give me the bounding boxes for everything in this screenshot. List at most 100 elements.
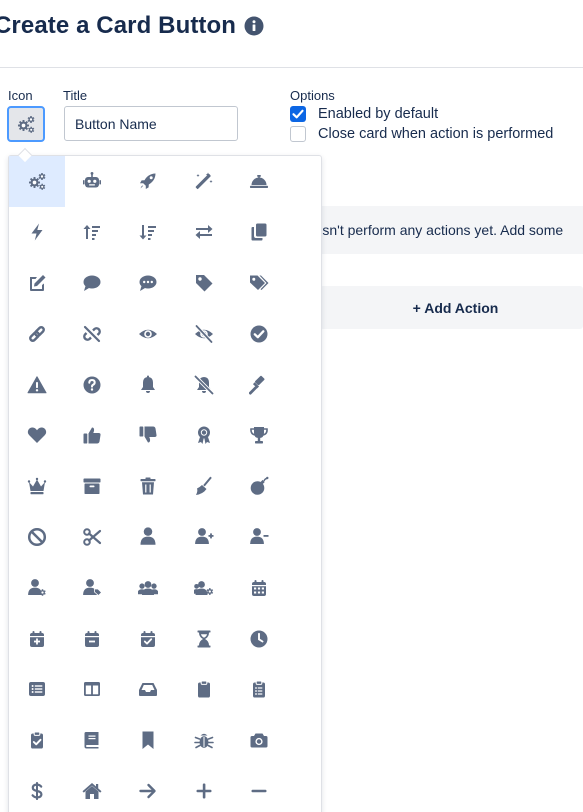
icon-option-dollar-sign[interactable] — [9, 766, 65, 812]
icon-option-ban[interactable] — [9, 512, 65, 563]
icon-option-robot[interactable] — [65, 156, 121, 207]
icon-option-rocket[interactable] — [120, 156, 176, 207]
icon-option-user-cog[interactable] — [9, 562, 65, 613]
icon-option-clock[interactable] — [231, 613, 287, 664]
icon-option-calendar-check[interactable] — [120, 613, 176, 664]
icon-option-tag[interactable] — [176, 258, 232, 309]
icon-option-list-alt[interactable] — [9, 664, 65, 715]
archive-icon — [83, 478, 101, 495]
icon-option-commenting[interactable] — [120, 258, 176, 309]
inbox-icon — [138, 683, 157, 697]
header-divider — [0, 67, 583, 68]
icon-option-check-circle[interactable] — [231, 308, 287, 359]
icon-grid — [9, 156, 287, 812]
users-icon — [137, 580, 158, 595]
thumbs-down-icon — [139, 426, 157, 443]
icon-option-trash[interactable] — [120, 461, 176, 512]
icon-option-bookmark[interactable] — [120, 715, 176, 766]
icon-option-home[interactable] — [65, 766, 121, 812]
icon-option-inbox[interactable] — [120, 664, 176, 715]
icon-option-cut[interactable] — [65, 512, 121, 563]
icon-option-tags[interactable] — [231, 258, 287, 309]
icon-option-users[interactable] — [120, 562, 176, 613]
icon-option-camera[interactable] — [231, 715, 287, 766]
user-icon — [140, 527, 156, 545]
info-circle-icon[interactable] — [244, 16, 264, 36]
icon-option-link[interactable] — [9, 308, 65, 359]
icon-option-hourglass[interactable] — [176, 613, 232, 664]
icon-option-bomb[interactable] — [231, 461, 287, 512]
icon-option-eye-slash[interactable] — [176, 308, 232, 359]
icon-option-clipboard-list[interactable] — [231, 664, 287, 715]
cogs-icon — [17, 116, 35, 133]
icon-option-gavel[interactable] — [231, 359, 287, 410]
icon-option-user-minus[interactable] — [231, 512, 287, 563]
cogs-icon — [28, 173, 46, 191]
calendar-icon — [252, 579, 267, 596]
crown-icon — [27, 477, 46, 495]
icon-option-clipboard[interactable] — [176, 664, 232, 715]
icon-option-plus[interactable] — [176, 766, 232, 812]
icon-option-clipboard-check[interactable] — [9, 715, 65, 766]
icon-option-thumbs-up[interactable] — [65, 410, 121, 461]
icon-option-columns[interactable] — [65, 664, 121, 715]
icon-option-calendar-minus[interactable] — [65, 613, 121, 664]
icon-option-user-tag[interactable] — [65, 562, 121, 613]
bug-icon — [193, 733, 214, 749]
icon-option-minus[interactable] — [231, 766, 287, 812]
enabled-by-default-checkbox[interactable] — [290, 106, 306, 122]
icon-option-bell[interactable] — [120, 359, 176, 410]
icon-option-comment[interactable] — [65, 258, 121, 309]
icon-option-award[interactable] — [176, 410, 232, 461]
title-input[interactable] — [64, 106, 238, 141]
clock-icon — [250, 630, 268, 648]
calendar-check-icon — [140, 630, 155, 647]
icon-option-bell-slash[interactable] — [176, 359, 232, 410]
icon-option-archive[interactable] — [65, 461, 121, 512]
icon-option-sort-amount-up[interactable] — [65, 207, 121, 258]
arrow-right-icon — [139, 783, 156, 799]
link-icon — [28, 325, 45, 342]
icon-option-user[interactable] — [120, 512, 176, 563]
book-icon — [84, 732, 99, 749]
hourglass-icon — [197, 630, 211, 648]
icon-option-exchange[interactable] — [176, 207, 232, 258]
icon-option-exclamation-triangle[interactable] — [9, 359, 65, 410]
broom-icon — [195, 476, 212, 496]
icon-option-thumbs-down[interactable] — [120, 410, 176, 461]
icon-option-magic[interactable] — [176, 156, 232, 207]
icon-option-concierge-bell[interactable] — [231, 156, 287, 207]
icon-option-trophy[interactable] — [231, 410, 287, 461]
icon-picker-button[interactable] — [7, 106, 45, 142]
icon-option-cogs[interactable] — [9, 156, 65, 207]
icon-option-bolt[interactable] — [9, 207, 65, 258]
icon-option-calendar[interactable] — [231, 562, 287, 613]
icon-option-sort-amount-down[interactable] — [120, 207, 176, 258]
icon-option-question-circle[interactable] — [65, 359, 121, 410]
close-card-checkbox[interactable] — [290, 126, 306, 142]
icon-option-heart[interactable] — [9, 410, 65, 461]
option-enabled-by-default[interactable]: Enabled by default — [290, 106, 438, 122]
icon-option-users-cog[interactable] — [176, 562, 232, 613]
concierge-bell-icon — [250, 175, 269, 189]
icon-option-calendar-plus[interactable] — [9, 613, 65, 664]
icon-option-bug[interactable] — [176, 715, 232, 766]
dollar-sign-icon — [31, 781, 43, 800]
icon-option-broom[interactable] — [176, 461, 232, 512]
icon-option-copy[interactable] — [231, 207, 287, 258]
icon-option-user-plus[interactable] — [176, 512, 232, 563]
exclamation-triangle-icon — [27, 375, 47, 393]
icon-option-book[interactable] — [65, 715, 121, 766]
option-close-card[interactable]: Close card when action is performed — [290, 126, 553, 142]
icon-option-unlink[interactable] — [65, 308, 121, 359]
icon-option-eye[interactable] — [120, 308, 176, 359]
icon-option-edit[interactable] — [9, 258, 65, 309]
icon-option-arrow-right[interactable] — [120, 766, 176, 812]
add-action-button[interactable]: + Add Action — [320, 286, 583, 329]
clipboard-check-icon — [30, 731, 43, 749]
close-card-label: Close card when action is performed — [318, 126, 554, 142]
icon-option-crown[interactable] — [9, 461, 65, 512]
cut-icon — [83, 528, 102, 546]
robot-icon — [83, 172, 102, 188]
home-icon — [82, 782, 102, 799]
